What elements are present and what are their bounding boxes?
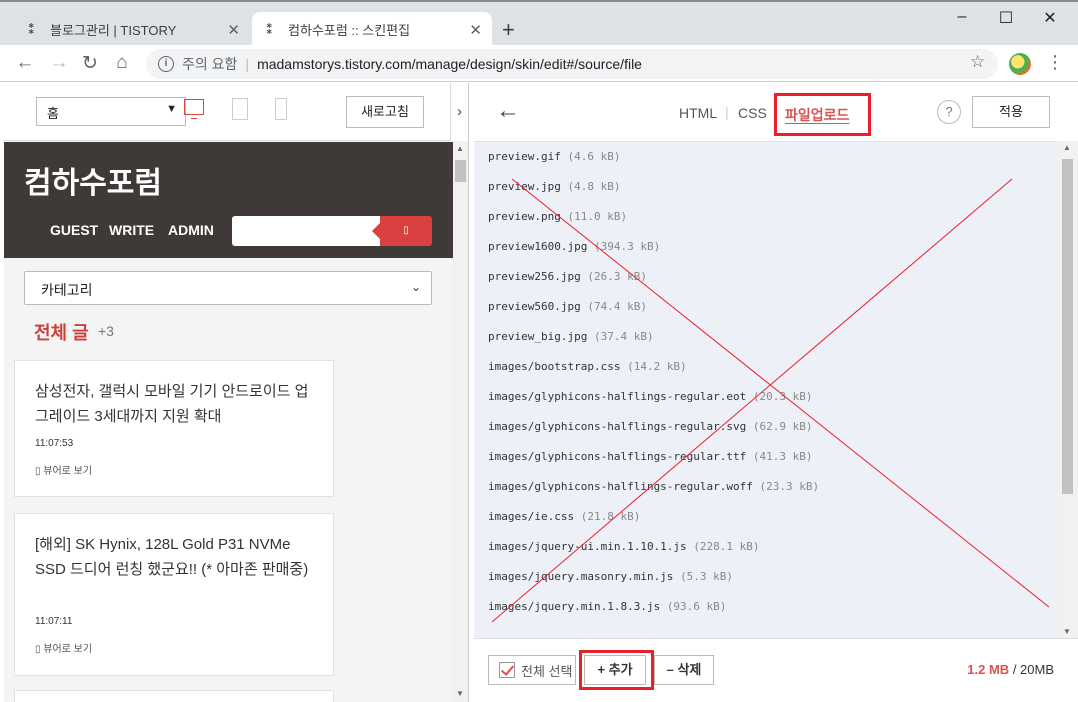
post-time: 11:07:53 [35,438,74,449]
post-title[interactable]: 삼성전자, 갤럭시 모바일 기기 안드로이드 업그레이드 3세대까지 지원 확대 [35,379,320,429]
tab-title: 블로그관리 | TISTORY [50,23,177,38]
back-arrow-icon[interactable]: ← [496,97,520,125]
caret-down-icon: ▼ [166,103,177,115]
page-select[interactable]: 홈 ▼ [36,97,186,126]
nav-admin[interactable]: ADMIN [168,222,214,238]
view-label: 뷰어로 보기 [43,644,93,655]
nav-guest[interactable]: GUEST [50,222,98,238]
post-card[interactable]: 삼성전자, 갤럭시 모바일 기기 안드로이드 업그레이드 3세대까지 지원 확대… [14,360,334,497]
category-select-value: 카테고리 [41,282,93,298]
tab-html[interactable]: HTML [679,105,717,121]
forward-arrow-icon[interactable]: → [48,52,70,74]
minimize-button[interactable]: – [940,8,984,34]
select-all-checkbox[interactable]: 전체 선택 [488,655,576,685]
home-icon[interactable]: ⌂ [111,52,133,74]
blog-header: 컴하수포럼 GUEST WRITE ADMIN ▯ [4,142,453,258]
scroll-up-icon[interactable]: ▲ [456,144,464,153]
separator: | [245,56,250,72]
blog-title[interactable]: 컴하수포럼 [24,158,162,202]
new-tab-button[interactable]: + [502,17,515,43]
checkbox-checked-icon[interactable] [499,662,515,678]
storage-total: / 20MB [1012,662,1054,677]
all-posts-heading[interactable]: 전체 글 [34,319,89,345]
security-warning: 주의 요함 [182,56,238,72]
help-button[interactable]: ? [937,100,961,124]
tab-css[interactable]: CSS [738,105,767,121]
post-time: 11:07:11 [35,616,73,627]
scroll-down-icon[interactable]: ▼ [456,689,464,698]
back-arrow-icon[interactable]: ← [14,52,36,74]
menu-dots-icon[interactable]: ⋮ [1046,52,1064,73]
profile-avatar[interactable] [1009,53,1031,75]
post-card[interactable]: [해외] SK Hynix, 128L Gold P31 NVMe SSD 드디… [14,513,334,676]
info-icon[interactable]: i [158,56,174,72]
cross-line [511,178,1050,608]
desktop-view-icon[interactable] [184,99,204,119]
chevron-down-icon: ⌄ [410,280,421,294]
maximize-button[interactable]: ☐ [984,8,1028,34]
browser-tab-skin-edit[interactable]: ⁑ 컴하수포럼 :: 스킨편집 ✕ [252,12,492,47]
search-icon[interactable]: ▯ [372,216,432,246]
scrollbar-thumb[interactable] [1062,159,1073,494]
post-title[interactable]: [해외] SK Hynix, 128L Gold P31 NVMe SSD 드디… [35,532,320,582]
upload-tab-highlight-box [774,93,871,136]
reload-icon[interactable]: ↻ [79,52,101,75]
scroll-up-icon[interactable]: ▲ [1063,143,1071,152]
cross-out-mark [491,178,1050,623]
preview-toolbar: 홈 ▼ 새로고침 › [4,83,468,141]
tab-close-icon[interactable]: ✕ [469,21,482,39]
mobile-view-icon[interactable] [275,98,287,120]
view-label: 뷰어로 보기 [43,466,93,477]
storage-usage: 1.2 MB / 20MB [967,662,1054,677]
star-icon[interactable]: ☆ [970,52,985,72]
preview-pane: 홈 ▼ 새로고침 › 컴하수포럼 GUEST WRITE ADMIN ▯ 카테고… [4,83,468,702]
browser-tab-blog-admin[interactable]: ⁑ 블로그관리 | TISTORY ✕ [14,12,250,47]
view-in-viewer-link[interactable]: ▯ 뷰어로 보기 [35,462,92,477]
tistory-favicon-icon: ⁑ [266,21,273,37]
select-all-label: 전체 선택 [521,663,573,679]
view-in-viewer-link[interactable]: ▯ 뷰어로 보기 [35,640,92,655]
file-list-scrollbar[interactable]: ▲ ▼ [1057,141,1078,638]
storage-used: 1.2 MB [967,662,1010,677]
page-select-value: 홈 [47,106,59,121]
tab-close-icon[interactable]: ✕ [227,21,240,39]
category-select[interactable]: 카테고리 ⌄ [24,271,432,305]
address-bar[interactable]: i 주의 요함 | madamstorys.tistory.com/manage… [146,49,998,79]
tab-title: 컴하수포럼 :: 스킨편집 [288,23,411,38]
file-list: preview.gif (4.6 kB) preview.jpg (4.8 kB)… [474,141,1057,638]
blog-search-input[interactable] [232,216,382,246]
url-text: madamstorys.tistory.com/manage/design/sk… [257,56,642,72]
tablet-view-icon[interactable] [232,98,248,120]
add-button-highlight-box [579,650,654,690]
scroll-down-icon[interactable]: ▼ [1063,627,1071,636]
collapse-panel-button[interactable]: › [450,83,468,141]
refresh-button[interactable]: 새로고침 [346,96,424,128]
browser-toolbar: ← → ↻ ⌂ i 주의 요함 | madamstorys.tistory.co… [0,45,1078,82]
post-card[interactable] [14,690,334,702]
scrollbar-thumb[interactable] [455,160,466,182]
cross-line [491,178,1013,623]
apply-button[interactable]: 적용 [972,96,1050,128]
browser-titlebar: ⁑ 블로그관리 | TISTORY ✕ ⁑ 컴하수포럼 :: 스킨편집 ✕ + … [0,0,1078,47]
preview-scrollbar[interactable]: ▲ ▼ [453,142,468,702]
file-actions-bar: 전체 선택 + 추가 – 삭제 1.2 MB / 20MB [474,638,1078,702]
nav-write[interactable]: WRITE [109,222,154,238]
close-window-button[interactable]: ✕ [1028,8,1072,34]
tistory-favicon-icon: ⁑ [28,21,35,37]
skin-editor-pane: ← HTML | CSS 파일업로드 ? 적용 preview.gif (4.6… [474,83,1078,702]
tab-separator: | [725,104,729,120]
delete-file-button[interactable]: – 삭제 [654,655,714,685]
new-posts-count: +3 [98,323,114,339]
